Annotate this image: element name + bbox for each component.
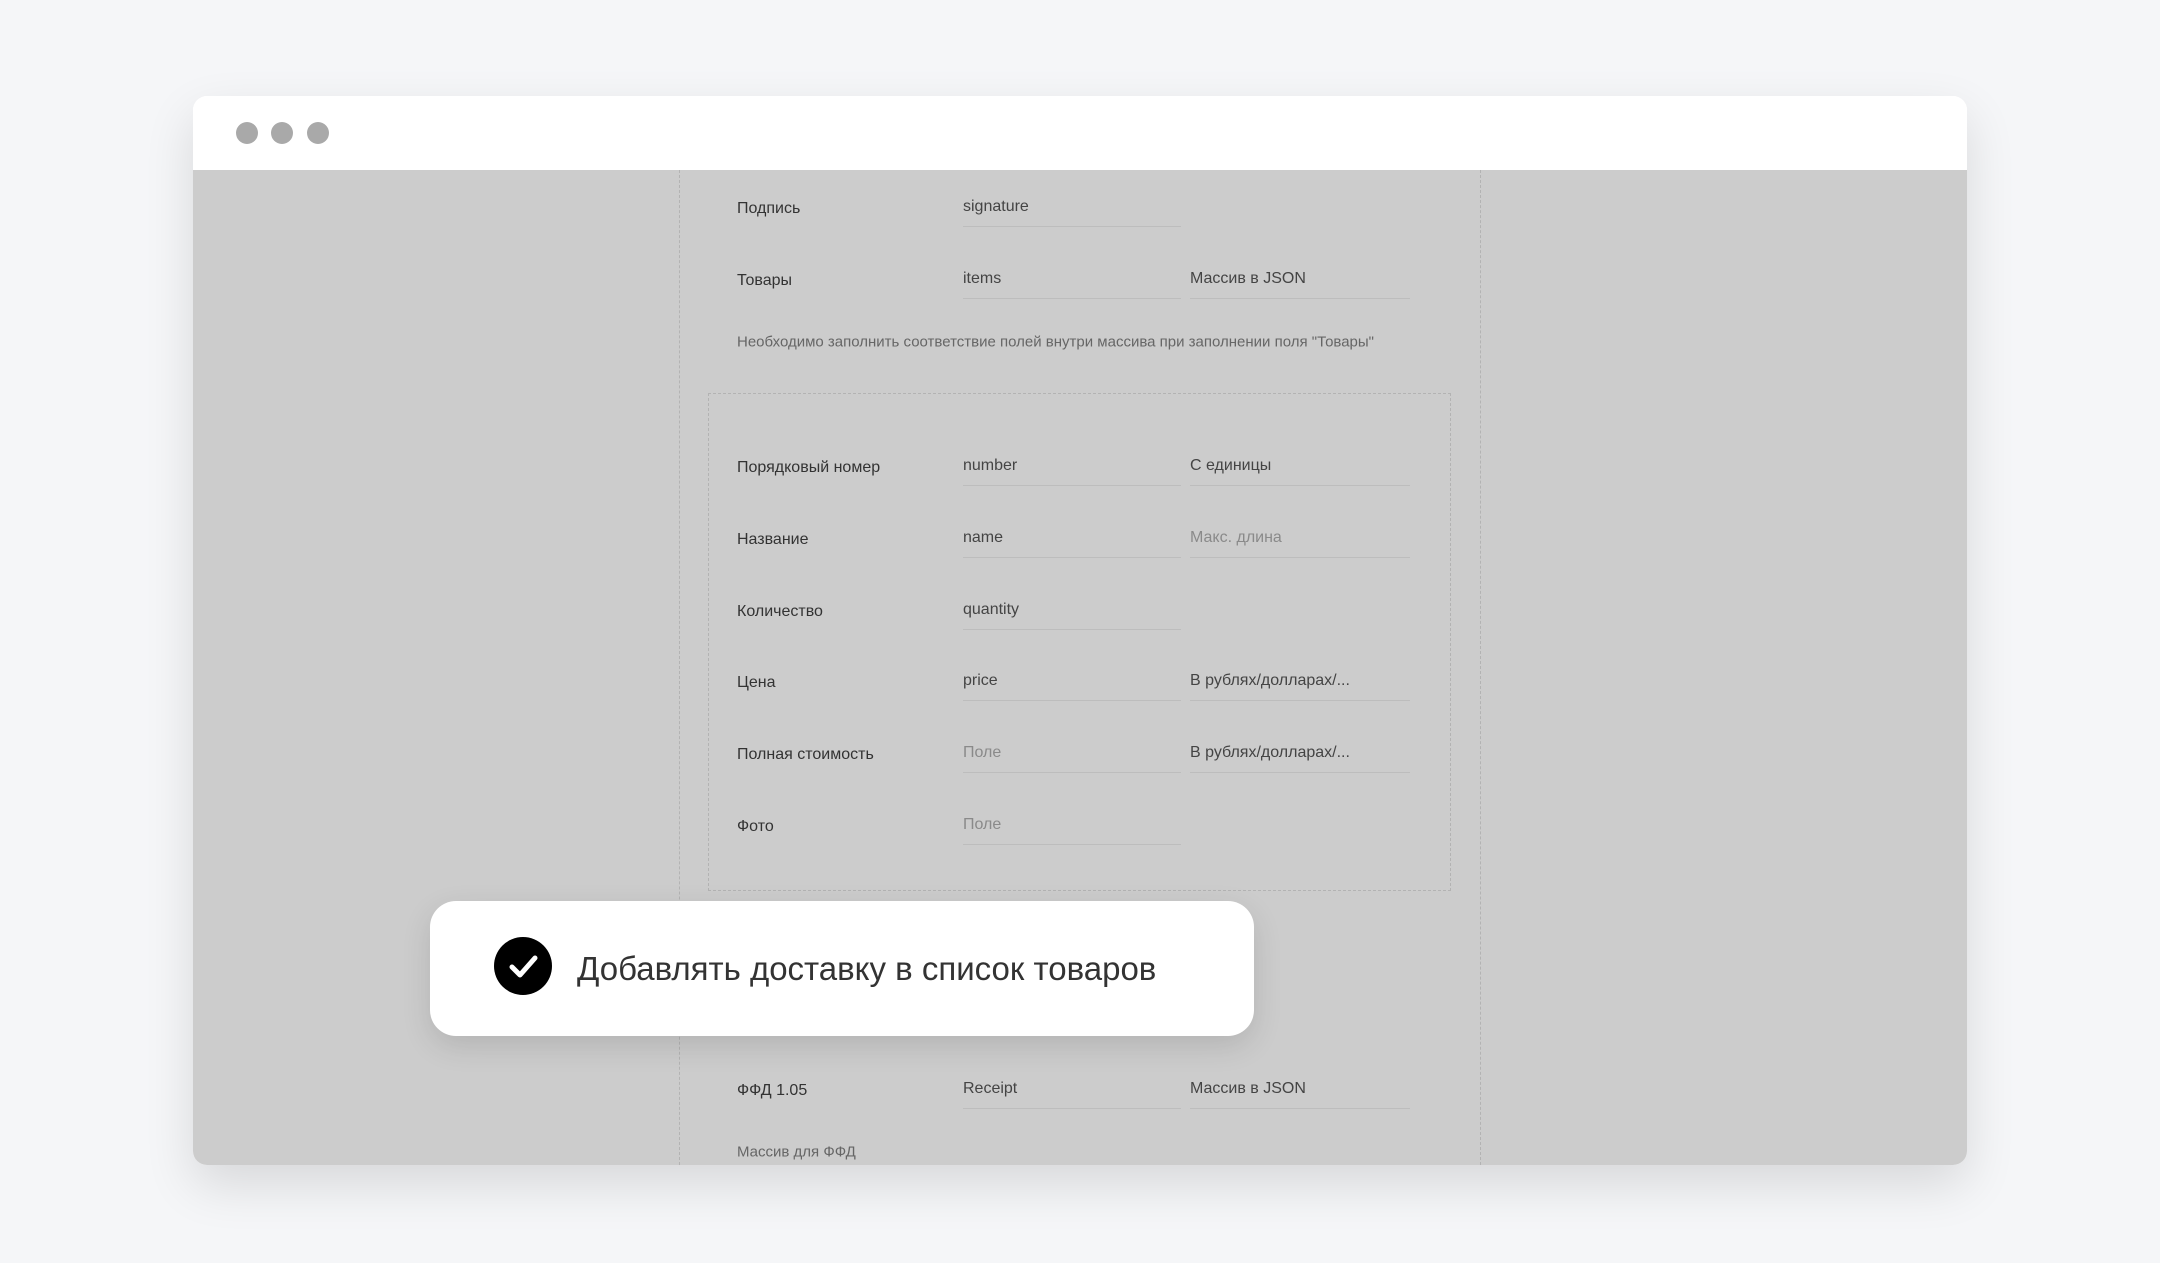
price-input[interactable]: price: [963, 665, 1181, 701]
name-input[interactable]: name: [963, 522, 1181, 558]
number-start-input[interactable]: С единицы: [1190, 450, 1410, 486]
photo-input[interactable]: Поле: [963, 809, 1181, 845]
receipt-input[interactable]: Receipt: [963, 1073, 1181, 1109]
price-currency-input[interactable]: В рублях/долларах/...: [1190, 665, 1410, 701]
field-label: Полная стоимость: [737, 746, 874, 763]
field-label: Товары: [737, 272, 793, 289]
check-circle-icon[interactable]: [494, 937, 552, 995]
close-dot[interactable]: [236, 122, 258, 144]
field-label: Цена: [737, 674, 776, 691]
max-length-input[interactable]: Макс. длина: [1190, 522, 1410, 558]
field-label: Подпись: [737, 200, 801, 217]
field-label: Название: [737, 531, 809, 548]
maximize-dot[interactable]: [307, 122, 329, 144]
total-input[interactable]: Поле: [963, 737, 1181, 773]
ffd-note: Массив для ФФД: [737, 1143, 856, 1161]
quantity-input[interactable]: quantity: [963, 594, 1181, 630]
title-bar: [193, 96, 1967, 170]
items-note: Необходимо заполнить соответствие полей …: [737, 333, 1375, 351]
total-currency-input[interactable]: В рублях/долларах/...: [1190, 737, 1410, 773]
field-label: Порядковый номер: [737, 459, 881, 476]
items-type-input[interactable]: Массив в JSON: [1190, 263, 1410, 299]
signature-input[interactable]: signature: [963, 191, 1181, 227]
items-input[interactable]: items: [963, 263, 1181, 299]
minimize-dot[interactable]: [271, 122, 293, 144]
receipt-type-input[interactable]: Массив в JSON: [1190, 1073, 1410, 1109]
number-input[interactable]: number: [963, 450, 1181, 486]
field-label: ФФД 1.05: [737, 1082, 808, 1099]
field-label: Количество: [737, 603, 823, 620]
delivery-toggle-label: Добавлять доставку в список товаров: [577, 949, 1157, 987]
delivery-toggle-card[interactable]: Добавлять доставку в список товаров: [430, 901, 1254, 1036]
field-label: Фото: [737, 818, 774, 835]
